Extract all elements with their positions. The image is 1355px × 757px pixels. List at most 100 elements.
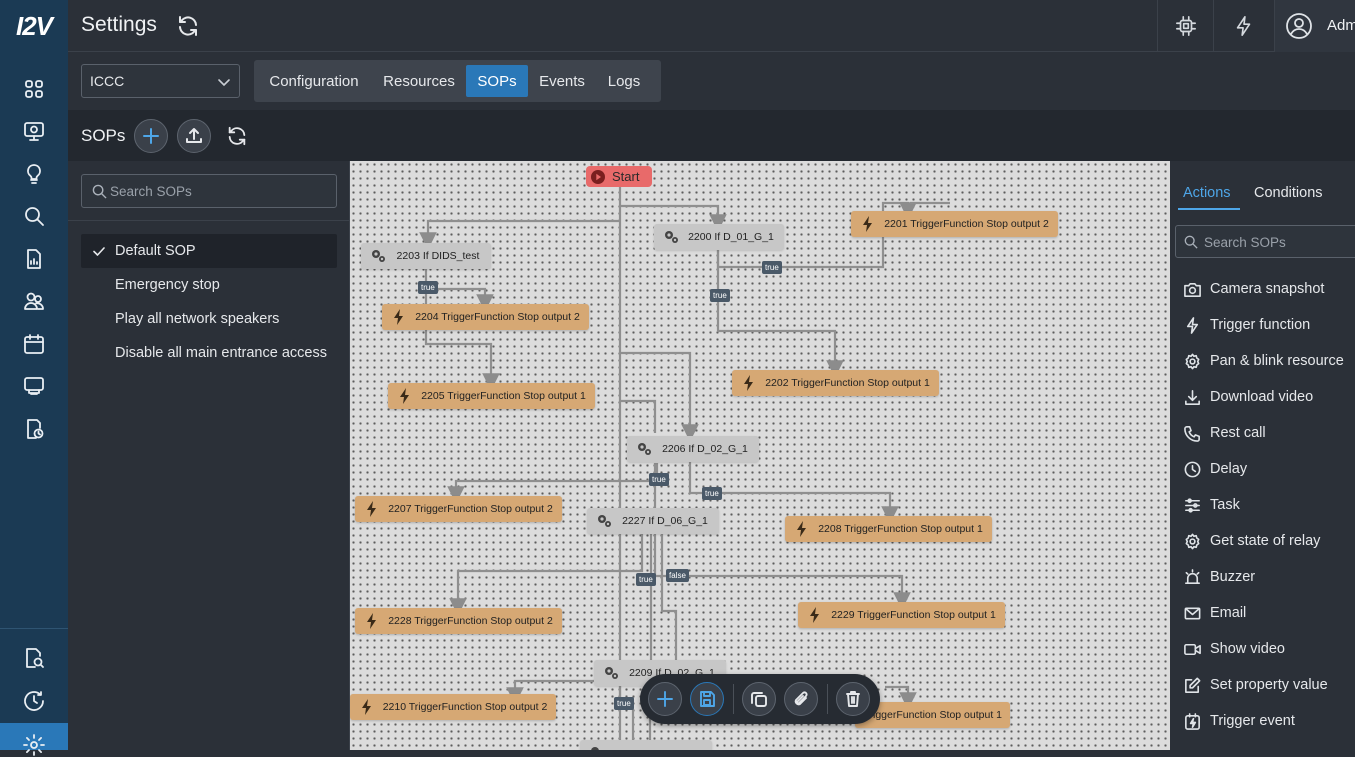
action-set-property-value[interactable]: Set property value <box>1183 670 1355 700</box>
upload-icon <box>186 128 202 143</box>
action-camera-snapshot[interactable]: Camera snapshot <box>1183 274 1355 304</box>
tab-logs[interactable]: Logs <box>600 65 648 97</box>
toolbar-divider <box>827 684 828 714</box>
flow-node-partial[interactable] <box>580 740 712 750</box>
action-email[interactable]: Email <box>1183 598 1355 628</box>
add-node-button[interactable] <box>648 682 682 716</box>
node-label: 2203 If DIDS_test <box>396 250 480 262</box>
flow-node-2202[interactable]: 2202 TriggerFunction Stop output 1 <box>732 370 939 396</box>
clock-icon[interactable] <box>0 681 68 721</box>
flow-node-2200[interactable]: 2200 If D_01_G_1 <box>654 224 784 250</box>
action-delay[interactable]: Delay <box>1183 454 1355 484</box>
display-icon[interactable] <box>0 366 68 406</box>
play-icon <box>591 169 605 184</box>
gear-icon <box>1185 533 1200 549</box>
sop-search-box[interactable] <box>81 174 337 208</box>
tab-configuration[interactable]: Configuration <box>262 65 366 97</box>
flow-node-2205[interactable]: 2205 TriggerFunction Stop output 1 <box>388 383 595 409</box>
start-node[interactable]: Start <box>586 166 652 187</box>
action-label: Buzzer <box>1210 569 1256 585</box>
sop-flow-canvas[interactable]: Start 2200 If D_01_G_1 2201 TriggerFunct… <box>350 161 1170 750</box>
lightning-icon <box>362 699 371 715</box>
sops-title: SOPs <box>81 126 126 145</box>
dashboard-icon[interactable] <box>0 69 68 109</box>
lightning-icon <box>400 388 409 404</box>
action-label: Trigger function <box>1210 317 1311 333</box>
flow-node-2228[interactable]: 2228 TriggerFunction Stop output 2 <box>355 608 562 634</box>
sop-item-play-speakers[interactable]: Play all network speakers <box>81 302 337 336</box>
tab-sops[interactable]: SOPs <box>466 65 528 97</box>
calendar-icon[interactable] <box>0 324 68 364</box>
sop-item-disable-entrance[interactable]: Disable all main entrance access <box>81 336 337 370</box>
flow-node-2210[interactable]: 2210 TriggerFunction Stop output 2 <box>350 694 556 720</box>
action-download-video[interactable]: Download video <box>1183 382 1355 412</box>
flow-node-2204[interactable]: 2204 TriggerFunction Stop output 2 <box>382 304 589 330</box>
action-label: Trigger event <box>1210 713 1295 729</box>
action-label: Delay <box>1210 461 1248 477</box>
sop-item-emergency-stop[interactable]: Emergency stop <box>81 268 337 302</box>
app-logo[interactable]: I2V <box>0 0 68 52</box>
chevron-down-icon <box>217 75 231 89</box>
search-icon[interactable] <box>0 196 68 236</box>
action-trigger-event[interactable]: Trigger event <box>1183 706 1355 736</box>
tab-resources[interactable]: Resources <box>378 65 460 97</box>
flow-node-2203[interactable]: 2203 If DIDS_test <box>361 243 491 269</box>
report-icon[interactable] <box>0 239 68 279</box>
delete-button[interactable] <box>836 682 870 716</box>
action-show-video[interactable]: Show video <box>1183 634 1355 664</box>
flow-node-2206[interactable]: 2206 If D_02_G_1 <box>627 436 759 462</box>
action-buzzer[interactable]: Buzzer <box>1183 562 1355 592</box>
node-label: 2200 If D_01_G_1 <box>688 231 774 243</box>
actions-search-input[interactable] <box>1204 232 1354 252</box>
site-select[interactable]: ICCC <box>81 64 240 98</box>
copy-button[interactable] <box>742 682 776 716</box>
lightning-icon[interactable] <box>1213 0 1274 52</box>
node-label: 2202 TriggerFunction Stop output 1 <box>765 377 930 389</box>
edge-label-true: true <box>649 473 669 486</box>
refresh-icon[interactable] <box>176 14 200 38</box>
search-document-icon[interactable] <box>0 638 68 678</box>
save-button[interactable] <box>690 682 724 716</box>
edge-label-true: true <box>614 697 634 710</box>
action-get-state-of-relay[interactable]: Get state of relay <box>1183 526 1355 556</box>
settings-tabs: Configuration Resources SOPs Events Logs <box>254 60 661 102</box>
sop-item-label: Play all network speakers <box>115 311 280 327</box>
chip-icon[interactable] <box>1157 0 1213 52</box>
add-sop-button[interactable] <box>134 119 168 153</box>
users-icon[interactable] <box>0 281 68 321</box>
lightbulb-icon[interactable] <box>0 154 68 194</box>
attach-button[interactable] <box>784 682 818 716</box>
tab-conditions[interactable]: Conditions <box>1254 185 1323 201</box>
tab-actions[interactable]: Actions <box>1183 185 1231 201</box>
site-select-value: ICCC <box>90 73 125 89</box>
monitor-camera-icon[interactable] <box>0 111 68 151</box>
logo-text: I2V <box>15 10 53 41</box>
history-file-icon[interactable] <box>0 409 68 449</box>
flow-node-2227[interactable]: 2227 If D_06_G_1 <box>587 508 719 534</box>
flow-node-2207[interactable]: 2207 TriggerFunction Stop output 2 <box>355 496 562 522</box>
action-label: Get state of relay <box>1210 533 1321 549</box>
node-label: 2205 TriggerFunction Stop output 1 <box>421 390 586 402</box>
plus-icon <box>143 128 159 144</box>
action-label: Rest call <box>1210 425 1266 441</box>
action-task[interactable]: Task <box>1183 490 1355 520</box>
action-trigger-function[interactable]: Trigger function <box>1183 310 1355 340</box>
upload-sop-button[interactable] <box>177 119 211 153</box>
sop-search-input[interactable] <box>110 181 330 201</box>
tab-events[interactable]: Events <box>534 65 590 97</box>
action-pan-blink-resource[interactable]: Pan & blink resource <box>1183 346 1355 376</box>
actions-panel: Actions Conditions Camera snapshot Trigg… <box>1170 161 1355 750</box>
flow-node-2229[interactable]: 2229 TriggerFunction Stop output 1 <box>798 602 1005 628</box>
actions-search-box[interactable] <box>1175 225 1355 258</box>
settings-icon[interactable] <box>0 723 68 756</box>
user-menu[interactable]: Adm <box>1274 0 1355 52</box>
sop-item-default[interactable]: Default SOP <box>81 234 337 268</box>
settings-toolbar: ICCC Configuration Resources SOPs Events… <box>68 52 1355 110</box>
sops-header: SOPs <box>68 110 1355 161</box>
action-rest-call[interactable]: Rest call <box>1183 418 1355 448</box>
clock-icon <box>1184 461 1201 477</box>
flow-node-2208[interactable]: 2208 TriggerFunction Stop output 1 <box>785 516 992 542</box>
flow-node-2201[interactable]: 2201 TriggerFunction Stop output 2 <box>851 211 1058 237</box>
refresh-sops-icon[interactable] <box>226 125 248 147</box>
node-label: 2208 TriggerFunction Stop output 1 <box>818 523 983 535</box>
